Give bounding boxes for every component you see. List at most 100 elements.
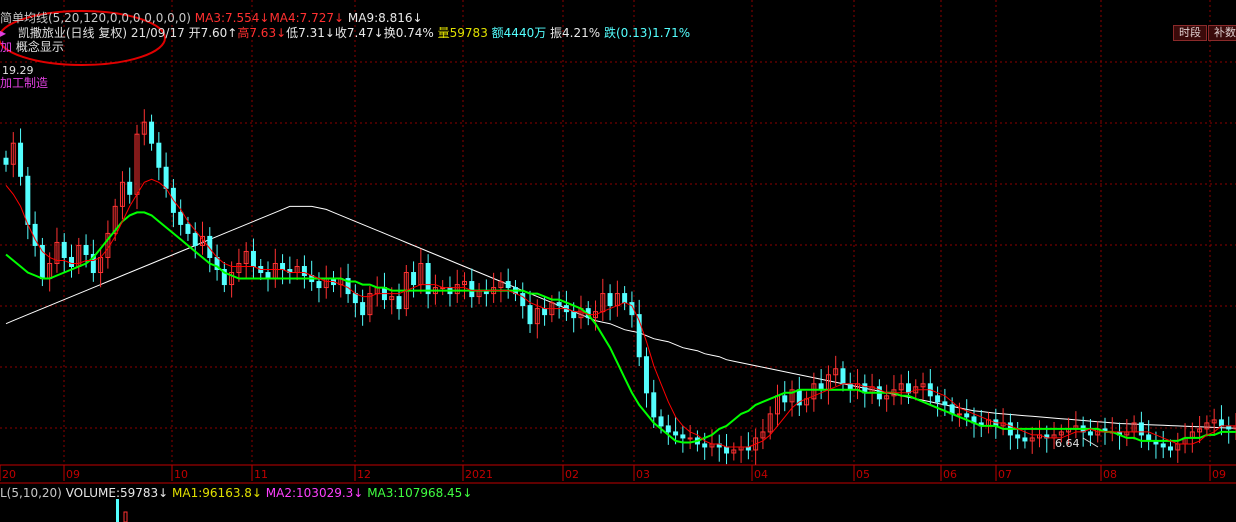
x-tick-label: 05 bbox=[856, 468, 870, 481]
candle-body bbox=[185, 223, 191, 234]
chart-canvas: 20 09 10 11 12 2021 02 03 04 05 06 07 08 09 19.29 6.6… bbox=[0, 0, 1236, 522]
candle-body bbox=[702, 443, 708, 448]
candle-body bbox=[840, 368, 846, 385]
indicator-header: 简单均线(5,20,120,0,0,0,0,0,0,0) MA3:7.554↓M… bbox=[0, 11, 423, 25]
candle-body bbox=[622, 293, 628, 304]
x-tick-label: 20 bbox=[2, 468, 16, 481]
ma-short-line bbox=[5, 178, 1236, 448]
candle-body bbox=[280, 263, 286, 271]
candle-body bbox=[782, 395, 788, 403]
candle-body bbox=[1168, 446, 1173, 451]
candle-body bbox=[360, 302, 366, 316]
candle-body bbox=[127, 181, 133, 195]
industry-label: 加工制造 bbox=[0, 76, 49, 90]
x-tick-label: 08 bbox=[1103, 468, 1117, 481]
close-value: 收7.47↓ bbox=[334, 26, 384, 40]
candle-body bbox=[1218, 419, 1224, 427]
low-marker: 6.64 bbox=[1055, 437, 1080, 450]
x-tick-label: 2021 bbox=[465, 468, 493, 481]
x-tick-label: 09 bbox=[1212, 468, 1226, 481]
indicator-name: 简单均线(5,20,120,0,0,0,0,0,0,0) bbox=[0, 11, 191, 25]
candle-body bbox=[352, 293, 358, 304]
candle-body bbox=[1138, 422, 1144, 436]
candle-body bbox=[3, 157, 9, 165]
volume-header: L(5,10,20) VOLUME:59783↓ MA1:96163.8↓ MA… bbox=[0, 486, 472, 500]
x-tick-label: 04 bbox=[754, 468, 768, 481]
candle-body bbox=[964, 413, 970, 418]
candle-body bbox=[1087, 431, 1093, 436]
candle-body bbox=[942, 401, 948, 406]
timeframe-button[interactable]: 时段 bbox=[1173, 25, 1207, 41]
volume-ma3: MA3:107968.45↓ bbox=[367, 486, 473, 500]
candle-body bbox=[665, 425, 671, 433]
x-tick-label: 07 bbox=[998, 468, 1012, 481]
candle-body bbox=[680, 434, 686, 439]
volume-bar bbox=[116, 499, 119, 522]
volume-ma1: MA1:96163.8↓ bbox=[172, 486, 262, 500]
candle-body bbox=[673, 431, 679, 436]
candle-body bbox=[25, 175, 31, 225]
candle-body bbox=[61, 241, 67, 258]
candle-body bbox=[956, 413, 962, 416]
candle-body bbox=[250, 250, 256, 268]
ma-mid-path bbox=[5, 211, 1236, 444]
x-tick-label: 12 bbox=[357, 468, 371, 481]
stock-name-date: 凯撒旅业(日线 复权) 21/09/17 bbox=[17, 26, 185, 40]
candle-body bbox=[687, 437, 693, 440]
change-value: 跌(0.13)1.71% bbox=[604, 26, 691, 40]
volume-value: VOLUME:59783↓ bbox=[65, 486, 169, 500]
turnover-value: 换0.74% bbox=[383, 26, 434, 40]
candle-body bbox=[905, 383, 911, 394]
low-value: 低7.31↓ bbox=[286, 26, 335, 40]
candle-body bbox=[425, 263, 431, 295]
candle-body bbox=[411, 272, 417, 286]
x-axis: 20 09 10 11 12 2021 02 03 04 05 06 07 08 09 bbox=[0, 465, 1226, 481]
candle-body bbox=[301, 266, 307, 277]
candle-body bbox=[469, 281, 475, 298]
candle-body bbox=[192, 232, 198, 246]
ma-long-path bbox=[5, 205, 1236, 429]
ma9-value: MA9:8.816↓ bbox=[347, 11, 423, 25]
candle-body bbox=[83, 244, 89, 255]
amplitude-value: 振4.21% bbox=[550, 26, 601, 40]
volume-params: L(5,10,20) bbox=[0, 486, 62, 500]
volume-value: 量59783 bbox=[437, 26, 488, 40]
x-tick-label: 06 bbox=[943, 468, 957, 481]
x-tick-label: 02 bbox=[565, 468, 579, 481]
candle-body bbox=[163, 166, 169, 189]
concept-row[interactable]: 加 概念显示 bbox=[0, 40, 64, 54]
volume-bar bbox=[123, 511, 128, 522]
candle-body bbox=[1022, 437, 1028, 442]
chart-grid bbox=[0, 0, 1236, 484]
concept-display-label[interactable]: 概念显示 bbox=[16, 40, 64, 54]
concept-prefix: ▸ bbox=[0, 26, 7, 40]
ma4-value: MA4:7.727↓ bbox=[269, 11, 345, 25]
ma-long-line bbox=[5, 205, 1236, 429]
candle-body bbox=[505, 281, 511, 289]
candle-body bbox=[643, 356, 649, 394]
candle-body bbox=[556, 302, 562, 307]
candle-body bbox=[607, 293, 613, 307]
supplement-data-button[interactable]: 补数据 bbox=[1208, 25, 1236, 41]
candle-body bbox=[69, 256, 74, 268]
x-tick-label: 03 bbox=[636, 468, 650, 481]
candle-body bbox=[156, 142, 162, 168]
ma-mid-line bbox=[5, 211, 1236, 444]
candle-body bbox=[1160, 443, 1166, 448]
x-tick-label: 09 bbox=[66, 468, 80, 481]
candle-body bbox=[149, 121, 155, 144]
candle-body bbox=[527, 305, 533, 325]
candle-body bbox=[178, 211, 184, 225]
candle-body bbox=[542, 308, 548, 316]
candlestick-series bbox=[3, 109, 1236, 465]
candle-body bbox=[396, 296, 402, 310]
candle-body bbox=[651, 392, 657, 418]
open-value: 开7.60↑ bbox=[188, 26, 238, 40]
candle-body bbox=[520, 293, 526, 307]
candle-body bbox=[18, 142, 24, 177]
ma3-value: MA3:7.554↓ bbox=[194, 11, 270, 25]
candle-body bbox=[658, 416, 664, 427]
volume-ma2: MA2:103029.3↓ bbox=[265, 486, 364, 500]
x-tick-label: 10 bbox=[174, 468, 188, 481]
candle-body bbox=[316, 281, 322, 289]
